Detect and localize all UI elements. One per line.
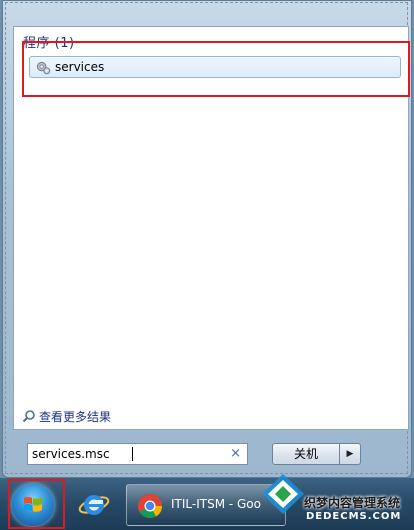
shutdown-options-arrow[interactable]: ▶ [340,443,361,465]
search-icon [22,410,35,423]
watermark-logo-icon [262,474,304,514]
annotation-highlight-start [8,479,65,529]
internet-explorer-icon[interactable] [78,490,110,520]
clear-search-icon[interactable]: × [230,446,241,461]
see-more-results-link[interactable]: 查看更多结果 [22,408,111,424]
watermark-title: 织梦内容管理系统 [304,496,401,510]
shutdown-button[interactable]: 关机 [272,443,340,465]
start-search-box[interactable]: × [27,443,248,465]
start-search-input[interactable] [32,446,222,462]
chrome-icon [138,494,162,519]
watermark-url: DEDECMS.COM [306,511,402,522]
see-more-results-label: 查看更多结果 [39,409,112,424]
text-caret [132,447,133,461]
annotation-highlight-result [22,41,410,97]
